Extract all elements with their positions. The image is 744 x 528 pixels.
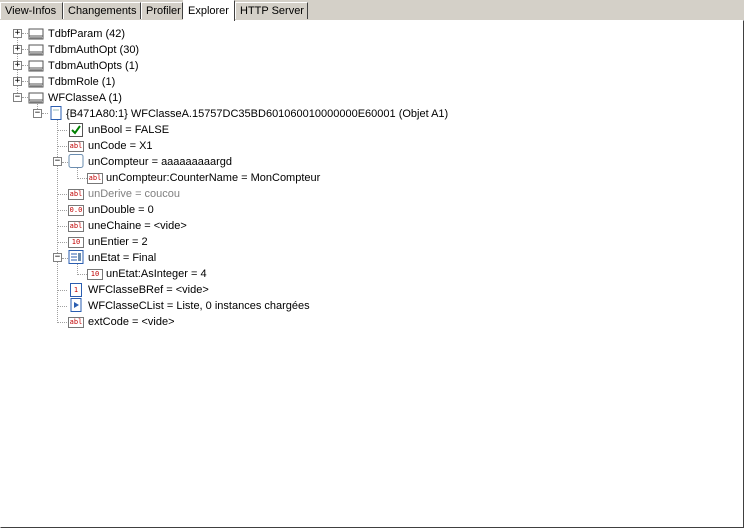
tree-connector — [57, 306, 67, 307]
tree-node-tdbmauthopt[interactable]: + TdbmAuthOpt (30) — [4, 42, 304, 58]
object-instance-icon — [50, 106, 62, 120]
tab-explorer[interactable]: Explorer — [183, 0, 235, 21]
tree-node-label: TdbmAuthOpt (30) — [48, 44, 140, 56]
tree-field-uncompteur[interactable]: − unCompteur = aaaaaaaaargd — [4, 154, 304, 170]
tree-node-label: unEntier = 2 — [88, 236, 148, 248]
checkbox-checked-icon — [69, 123, 83, 137]
tab-changements[interactable]: Changements — [63, 2, 141, 19]
double-field-icon: 0.0 — [68, 205, 84, 216]
tree-node-label: uneChaine = <vide> — [88, 220, 187, 232]
table-class-icon — [28, 92, 44, 104]
icon-badge: abl — [69, 222, 83, 230]
tab-label: View-Infos — [5, 5, 57, 17]
tree-node-label: unCode = X1 — [88, 140, 153, 152]
tree-connector — [57, 226, 67, 227]
tree-field-unbool[interactable]: unBool = FALSE — [4, 122, 304, 138]
string-field-icon: abl — [68, 221, 84, 232]
string-field-icon: abl — [87, 173, 103, 184]
expand-button[interactable]: + — [13, 29, 22, 38]
tree-node-object-a1[interactable]: − {B471A80:1} WFClasseA.15757DC35BD60106… — [4, 106, 504, 122]
tree-connector — [57, 242, 67, 243]
icon-badge: abl — [69, 142, 83, 150]
object-tree[interactable]: + TdbfParam (42) + TdbmAuthOpt (30) + Td… — [4, 22, 734, 522]
tab-profiler[interactable]: Profiler — [141, 2, 183, 19]
icon-badge: 1 — [73, 286, 79, 294]
tree-node-label: unBool = FALSE — [88, 124, 170, 136]
reference-field-icon: 1 — [70, 283, 82, 297]
tree-node-label: TdbmRole (1) — [48, 76, 116, 88]
icon-badge: abl — [69, 190, 83, 198]
tab-label: Changements — [68, 5, 137, 17]
table-class-icon — [28, 44, 44, 56]
tab-label: Profiler — [146, 5, 181, 17]
tree-node-label: TdbmAuthOpts (1) — [48, 60, 139, 72]
tab-http-server[interactable]: HTTP Server — [235, 2, 308, 19]
tree-connector — [57, 322, 67, 323]
tree-field-underive[interactable]: abl unDerive = coucou — [4, 186, 304, 202]
tree-field-unechaine[interactable]: abl uneChaine = <vide> — [4, 218, 304, 234]
tree-connector — [57, 290, 67, 291]
string-field-icon: abl — [68, 189, 84, 200]
tree-connector — [57, 146, 67, 147]
tree-field-wfclasseclist[interactable]: WFClasseCList = Liste, 0 instances charg… — [4, 298, 404, 314]
tree-node-label: WFClasseA (1) — [48, 92, 122, 104]
tree-node-label: unCompteur:CounterName = MonCompteur — [106, 172, 321, 184]
collapse-button[interactable]: − — [33, 109, 42, 118]
icon-badge: 10 — [71, 238, 81, 246]
tree-field-unetat-asinteger[interactable]: 10 unEtat:AsInteger = 4 — [4, 266, 304, 282]
tree-connector — [57, 210, 67, 211]
tree-connector — [57, 130, 67, 131]
tree-connector — [57, 194, 67, 195]
icon-badge: abl — [88, 174, 102, 182]
tab-view-infos[interactable]: View-Infos — [0, 2, 63, 19]
tree-node-label: {B471A80:1} WFClasseA.15757DC35BD6010600… — [66, 108, 449, 120]
tree-connector — [77, 178, 87, 179]
table-class-icon — [28, 28, 44, 40]
string-field-icon: abl — [68, 317, 84, 328]
tree-connector — [77, 274, 87, 275]
tree-node-label: TdbfParam (42) — [48, 28, 126, 40]
icon-badge: abl — [69, 318, 83, 326]
tree-node-tdbmauthopts[interactable]: + TdbmAuthOpts (1) — [4, 58, 304, 74]
counter-field-icon — [68, 154, 84, 168]
tree-node-tdbfparam[interactable]: + TdbfParam (42) — [4, 26, 304, 42]
tree-field-unentier[interactable]: 10 unEntier = 2 — [4, 234, 304, 250]
string-field-icon: abl — [68, 141, 84, 152]
list-field-icon — [70, 298, 82, 312]
tree-field-wfclassebref[interactable]: 1 WFClasseBRef = <vide> — [4, 282, 304, 298]
integer-field-icon: 10 — [87, 269, 103, 280]
table-class-icon — [28, 60, 44, 72]
tab-bar: View-Infos Changements Profiler Explorer… — [0, 0, 744, 21]
tree-node-label: extCode = <vide> — [88, 316, 175, 328]
tree-field-extcode[interactable]: abl extCode = <vide> — [4, 314, 304, 330]
tree-field-countername[interactable]: abl unCompteur:CounterName = MonCompteur — [4, 170, 404, 186]
tree-field-undouble[interactable]: 0.0 unDouble = 0 — [4, 202, 304, 218]
tree-node-label: unEtat:AsInteger = 4 — [106, 268, 207, 280]
collapse-button[interactable]: − — [53, 157, 62, 166]
tree-node-label: unDerive = coucou — [88, 188, 181, 200]
integer-field-icon: 10 — [68, 237, 84, 248]
collapse-button[interactable]: − — [53, 253, 62, 262]
tree-node-wfclassea[interactable]: − WFClasseA (1) — [4, 90, 304, 106]
icon-badge: 10 — [90, 270, 100, 278]
tree-node-tdbmrole[interactable]: + TdbmRole (1) — [4, 74, 304, 90]
tab-label: Explorer — [188, 5, 229, 17]
tree-node-label: WFClasseCList = Liste, 0 instances charg… — [88, 300, 310, 312]
enum-field-icon — [68, 250, 84, 264]
expand-button[interactable]: + — [13, 61, 22, 70]
tree-node-label: unEtat = Final — [88, 252, 157, 264]
tab-label: HTTP Server — [240, 5, 304, 17]
table-class-icon — [28, 76, 44, 88]
tree-node-label: WFClasseBRef = <vide> — [88, 284, 209, 296]
tree-node-label: unCompteur = aaaaaaaaargd — [88, 156, 233, 168]
expand-button[interactable]: + — [13, 45, 22, 54]
tree-field-uncode[interactable]: abl unCode = X1 — [4, 138, 304, 154]
collapse-button[interactable]: − — [13, 93, 22, 102]
expand-button[interactable]: + — [13, 77, 22, 86]
tree-node-label: unDouble = 0 — [88, 204, 154, 216]
tree-field-unetat[interactable]: − unEtat = Final — [4, 250, 304, 266]
icon-badge: 0.0 — [69, 206, 83, 214]
